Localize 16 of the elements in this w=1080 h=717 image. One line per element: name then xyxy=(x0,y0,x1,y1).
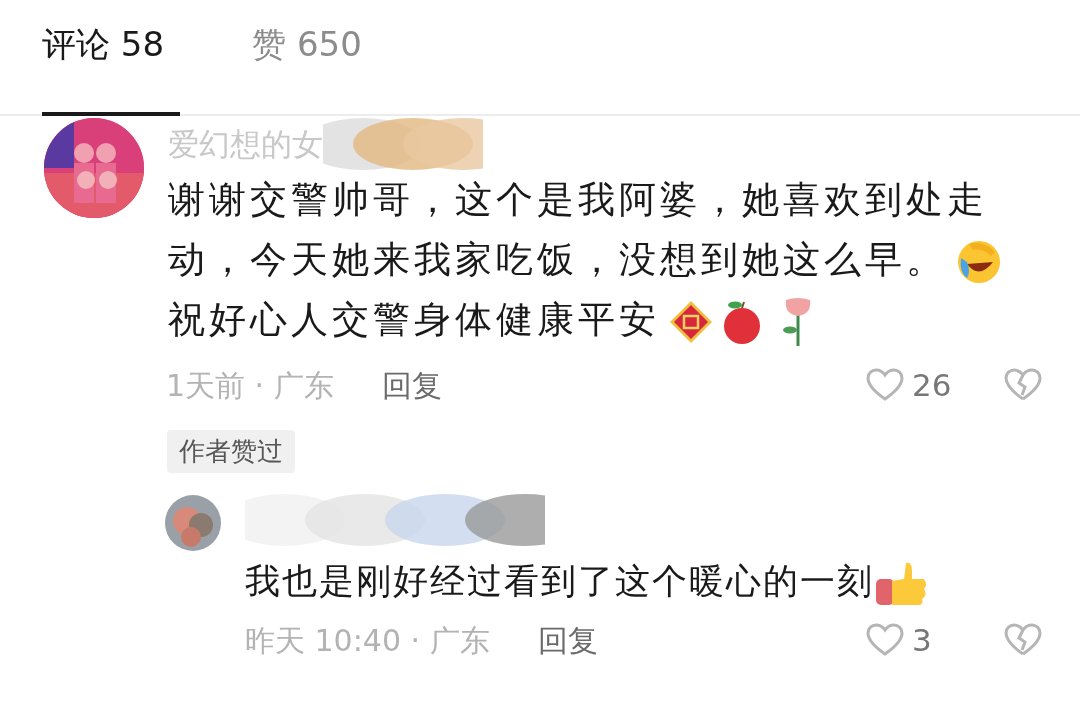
heart-icon[interactable] xyxy=(866,368,904,402)
like-button[interactable]: 3 xyxy=(866,616,986,664)
comment-text: 谢谢交警帅哥，这个是我阿婆，她喜欢到处走动，今天她来我家吃饭，没想到她这么早。 祝好心人交警身体健康平安 xyxy=(168,170,1028,350)
comment-time: 1天前 · 广东 xyxy=(166,366,334,405)
like-button[interactable]: 26 xyxy=(866,361,986,409)
comment-time: 昨天 10:40 · 广东 xyxy=(245,621,490,660)
comment-text: 我也是刚好经过看到了这个暖心的一刻 xyxy=(245,551,1042,611)
tab[interactable]: 评论 58 xyxy=(42,19,165,70)
reply-link[interactable]: 回复 xyxy=(537,617,598,663)
tab[interactable]: 赞 650 xyxy=(252,19,362,70)
broken-heart-icon[interactable] xyxy=(1004,368,1042,402)
fortune-diamond-icon xyxy=(668,298,714,345)
author-liked-badge: 作者赞过 xyxy=(167,430,295,473)
heart-icon[interactable] xyxy=(866,623,904,657)
broken-heart-icon[interactable] xyxy=(1004,623,1042,657)
reply-link[interactable]: 回复 xyxy=(381,362,442,408)
